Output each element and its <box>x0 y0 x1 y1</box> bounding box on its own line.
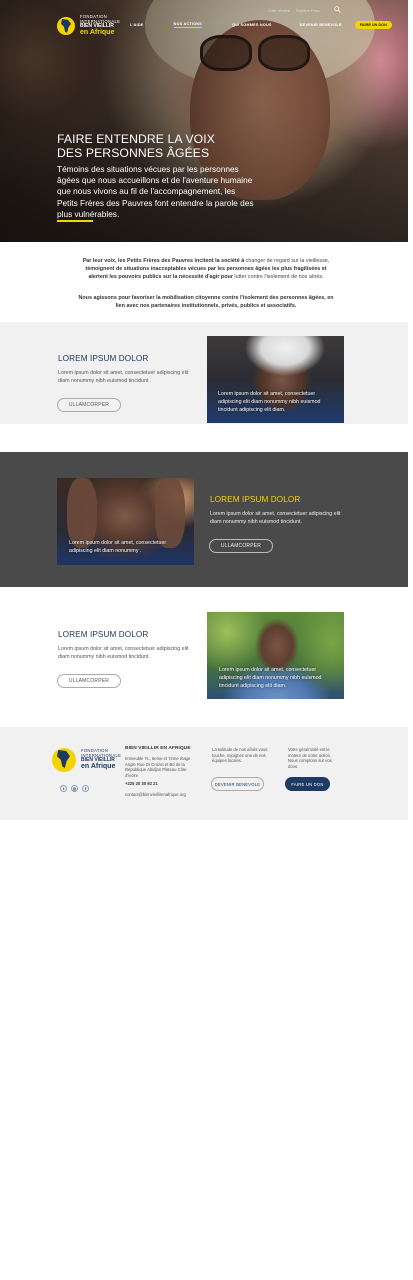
footer-email[interactable]: contact@bienvieillirenafrique.org <box>125 792 186 797</box>
main-nav: L'AIDE NOS ACTIONS QUI SOMMES NOUS DEVEN… <box>130 21 392 29</box>
section-title: LOREM IPSUM DOLOR <box>58 630 149 639</box>
donate-button[interactable]: FAIRE UN DON <box>354 21 392 29</box>
volunteer-button[interactable]: DEVENIR BENEVOLE <box>211 777 264 791</box>
africa-sun-logo-icon <box>52 746 78 774</box>
nav-item-actions[interactable]: NOS ACTIONS <box>173 22 202 28</box>
section-title: LOREM IPSUM DOLOR <box>58 354 149 363</box>
feature-photo-3: Lorem ipsum dolor sit amet, consectetuer… <box>207 612 344 699</box>
footer-donate-text: Votre générosité est le moteur de notre … <box>288 747 332 769</box>
instagram-glyph: ◎ <box>72 786 77 791</box>
section-text: Lorem ipsum dolor sit amet, consectetuer… <box>210 511 341 525</box>
utility-link-country-1[interactable]: Cote d'ivoire <box>268 8 290 13</box>
section-text: Lorem ipsum dolor sit amet, consectetuer… <box>58 370 189 384</box>
nav-item-aide[interactable]: L'AIDE <box>130 23 144 28</box>
section-title: LOREM IPSUM DOLOR <box>210 495 301 504</box>
twitter-icon[interactable]: t <box>60 785 67 792</box>
hero-text: Témoins des situations vécues par les pe… <box>57 164 254 219</box>
ullamcorper-button[interactable]: ULLAMCORPER <box>57 398 121 412</box>
footer-donate-button[interactable]: FAIRE UN DON <box>285 777 330 791</box>
logo-line: en Afrique <box>80 29 115 37</box>
facebook-glyph: f <box>84 786 87 791</box>
social-links: t ◎ f <box>60 785 89 792</box>
footer-address: Immeuble YL, 6eme et 7eme étage Angle Ru… <box>125 756 191 778</box>
footer-logo[interactable]: FONDATION INTERNATIONALE BIEN VIEILLIR e… <box>52 746 121 774</box>
footer-phone[interactable]: +225 20 30 92 21 <box>125 781 158 786</box>
intro-section: Par leur voix, les Petits Frères des Pau… <box>0 242 408 322</box>
hero-title-line: DES PERSONNES ÂGÉES <box>57 146 210 160</box>
africa-sun-logo-icon <box>57 15 77 37</box>
logo-line: en Afrique <box>81 763 116 771</box>
instagram-icon[interactable]: ◎ <box>71 785 78 792</box>
intro-paragraph: Nous agissons pour favoriser la mobilisa… <box>78 295 334 309</box>
site-logo[interactable]: FONDATION INTERNATIONALE BIEN VIEILLIR e… <box>57 14 120 37</box>
footer-org-title: BIEN VIEILLIR EN AFRIQUE <box>125 746 191 751</box>
ullamcorper-button[interactable]: ULLAMCORPER <box>57 674 121 688</box>
intro-paragraph: Par leur voix, les Petits Frères des Pau… <box>78 257 334 281</box>
feature-photo-2: Lorem ipsum dolor sit amet, consectetuer… <box>57 478 194 565</box>
intro-text: changer de regard sur la vieillesse, <box>244 258 330 264</box>
photo-caption: Lorem ipsum dolor sit amet, consectetuer… <box>219 667 322 689</box>
hero-title: FAIRE ENTENDRE LA VOIX DES PERSONNES ÂGÉ… <box>57 132 215 160</box>
photo-hand <box>67 478 97 548</box>
facebook-icon[interactable]: f <box>82 785 89 792</box>
nav-item-devenir-benevole[interactable]: DEVENIR BENEVOLE <box>300 23 342 28</box>
photo-caption: Lorem ipsum dolor sit amet, consectetuer… <box>218 391 321 413</box>
feature-section-1: LOREM IPSUM DOLOR Lorem ipsum dolor sit … <box>0 322 408 424</box>
footer: FONDATION INTERNATIONALE BIEN VIEILLIR e… <box>0 727 408 820</box>
intro-text: lutter contre l'isolement de nos aînés. <box>232 274 324 280</box>
utility-links: Cote d'ivoire Burkina Faso <box>268 8 320 13</box>
footer-volunteer-text: La solitude de nos aînés vous touche, re… <box>212 747 268 764</box>
search-icon[interactable] <box>334 6 341 13</box>
twitter-glyph: t <box>62 786 65 791</box>
hero-title-line: FAIRE ENTENDRE LA VOIX <box>57 132 215 146</box>
utility-link-country-2[interactable]: Burkina Faso <box>296 8 320 13</box>
photo-hand <box>155 478 185 548</box>
feature-section-3: LOREM IPSUM DOLOR Lorem ipsum dolor sit … <box>0 587 408 727</box>
hero-divider <box>57 220 93 222</box>
nav-item-qui-sommes-nous[interactable]: QUI SOMMES NOUS <box>232 23 272 28</box>
photo-caption: Lorem ipsum dolor sit amet, consectetuer… <box>69 540 167 554</box>
ullamcorper-button[interactable]: ULLAMCORPER <box>209 539 273 553</box>
section-text: Lorem ipsum dolor sit amet, consectetuer… <box>58 646 189 660</box>
feature-photo-1: Lorem ipsum dolor sit amet, consectetuer… <box>207 336 344 423</box>
hero-banner: FONDATION INTERNATIONALE BIEN VIEILLIR e… <box>0 0 408 242</box>
intro-bold: Par leur voix, les Petits Frères des Pau… <box>82 258 245 264</box>
